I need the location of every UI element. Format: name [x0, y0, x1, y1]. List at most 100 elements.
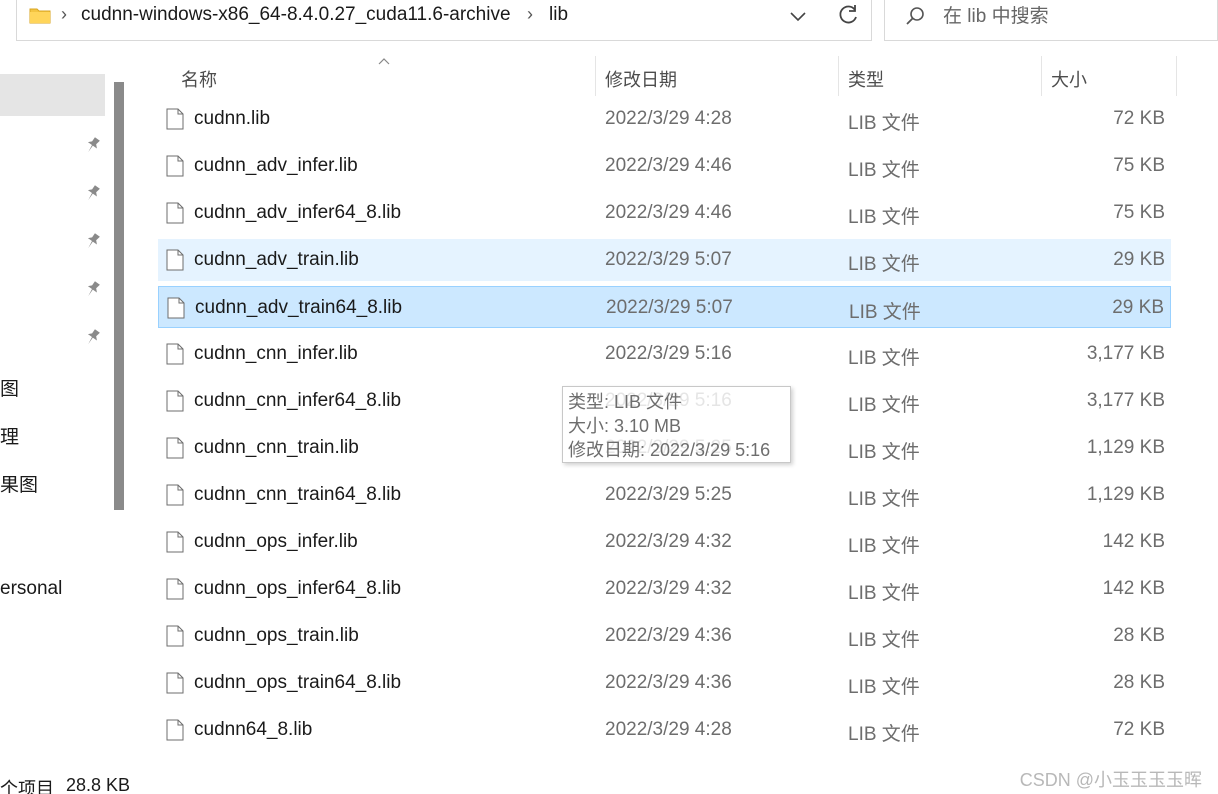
file-name: cudnn_adv_infer.lib [194, 155, 358, 176]
file-date: 2022/3/29 5:25 [605, 484, 732, 505]
file-name: cudnn_cnn_infer64_8.lib [194, 390, 402, 411]
file-size: 142 KB [1102, 531, 1165, 552]
file-date: 2022/3/29 4:28 [605, 108, 732, 129]
nav-item-label[interactable]: 理 [0, 422, 19, 449]
file-size: 28 KB [1113, 672, 1165, 693]
breadcrumb-separator: › [527, 4, 533, 24]
file-icon [166, 625, 184, 647]
file-row[interactable]: cudnn_ops_infer.lib 2022/3/29 4:32 LIB 文件 1… [158, 521, 1171, 563]
file-icon [166, 390, 184, 412]
file-name: cudnn_adv_infer64_8.lib [194, 202, 402, 223]
file-name: cudnn_ops_infer.lib [194, 531, 358, 552]
column-divider[interactable] [838, 56, 839, 96]
file-icon [167, 297, 185, 319]
file-type: LIB 文件 [848, 207, 920, 228]
file-date: 2022/3/29 4:46 [605, 155, 732, 176]
breadcrumb-item-lib[interactable]: lib [549, 4, 568, 26]
nav-scrollbar-thumb[interactable] [114, 82, 124, 510]
file-type: LIB 文件 [848, 677, 920, 698]
column-header-type[interactable]: 类型 [848, 66, 884, 92]
pin-icon[interactable] [84, 328, 100, 346]
file-row[interactable]: cudnn_adv_train.lib 2022/3/29 5:07 LIB 文件 2… [158, 239, 1171, 281]
file-icon [166, 155, 184, 177]
file-type: LIB 文件 [849, 302, 921, 323]
file-size: 75 KB [1113, 155, 1165, 176]
file-type: LIB 文件 [848, 536, 920, 557]
address-bar[interactable]: › cudnn-windows-x86_64-8.4.0.27_cuda11.6… [16, 0, 872, 41]
file-size: 1,129 KB [1086, 484, 1165, 505]
file-icon [166, 484, 184, 506]
column-header-date[interactable]: 修改日期 [605, 66, 677, 92]
breadcrumb-item-archive[interactable]: cudnn-windows-x86_64-8.4.0.27_cuda11.6-a… [81, 4, 511, 26]
column-header-name[interactable]: 名称 [181, 66, 217, 92]
column-header-size[interactable]: 大小 [1051, 66, 1087, 92]
file-type: LIB 文件 [848, 160, 920, 181]
file-type: LIB 文件 [848, 489, 920, 510]
file-icon [166, 202, 184, 224]
file-size: 142 KB [1102, 578, 1165, 599]
status-bar: 个项目 28.8 KB CSDN @小玉玉玉玉晖 [0, 770, 1218, 794]
file-icon [166, 578, 184, 600]
refresh-icon[interactable] [835, 2, 861, 28]
file-type: LIB 文件 [848, 348, 920, 369]
file-row[interactable]: cudnn_ops_train64_8.lib 2022/3/29 4:36 LIB… [158, 662, 1171, 704]
tooltip-size: 大小: 3.10 MB [568, 416, 682, 436]
file-row[interactable]: cudnn_cnn_infer.lib 2022/3/29 5:16 LIB 文件 3… [158, 333, 1171, 375]
file-row[interactable]: cudnn64_8.lib 2022/3/29 4:28 LIB 文件 72 KB [158, 709, 1171, 751]
tooltip-date: 修改日期: 2022/3/29 5:16 [568, 440, 771, 460]
file-size: 3,177 KB [1086, 343, 1165, 364]
nav-selected-item[interactable] [0, 74, 105, 116]
chevron-down-icon[interactable] [787, 6, 809, 26]
file-date: 2022/3/29 5:07 [606, 297, 733, 318]
pin-icon[interactable] [84, 184, 100, 202]
file-date: 2022/3/29 4:28 [605, 719, 732, 740]
file-row[interactable]: cudnn_adv_infer64_8.lib 2022/3/29 4:46 LIB… [158, 192, 1171, 234]
column-divider[interactable] [1176, 56, 1177, 96]
file-type: LIB 文件 [848, 442, 920, 463]
file-size: 72 KB [1113, 719, 1165, 740]
file-name: cudnn_adv_train64_8.lib [195, 297, 403, 318]
search-icon [906, 7, 924, 25]
file-name: cudnn_cnn_train.lib [194, 437, 359, 458]
pin-icon[interactable] [84, 280, 100, 298]
file-size: 72 KB [1113, 108, 1165, 129]
file-date: 2022/3/29 4:36 [605, 625, 732, 646]
file-row[interactable]: cudnn_cnn_train64_8.lib 2022/3/29 5:25 LIB… [158, 474, 1171, 516]
column-divider[interactable] [595, 56, 596, 96]
file-date: 2022/3/29 4:46 [605, 202, 732, 223]
file-name: cudnn_ops_infer64_8.lib [194, 578, 402, 599]
file-row[interactable]: cudnn_adv_train64_8.lib 2022/3/29 5:07 LIB… [158, 286, 1171, 328]
file-row[interactable]: cudnn_adv_infer.lib 2022/3/29 4:46 LIB 文件 7… [158, 145, 1171, 187]
search-input[interactable] [943, 3, 1203, 31]
nav-item-label[interactable]: ersonal [0, 578, 62, 600]
nav-item-label[interactable]: 果图 [0, 470, 38, 497]
breadcrumb-separator: › [61, 4, 67, 24]
file-name: cudnn.lib [194, 108, 271, 129]
file-name: cudnn_cnn_train64_8.lib [194, 484, 402, 505]
file-row[interactable]: cudnn_ops_train.lib 2022/3/29 4:36 LIB 文件 2… [158, 615, 1171, 657]
file-icon [166, 531, 184, 553]
file-type: LIB 文件 [848, 395, 920, 416]
status-selection: 个项目 [0, 779, 54, 794]
column-header-row: 名称 修改日期 类型 大小 [135, 56, 1195, 96]
pin-icon[interactable] [84, 136, 100, 154]
tooltip-type: 类型: LIB 文件 [568, 392, 683, 412]
folder-icon [29, 8, 51, 24]
file-size: 29 KB [1112, 297, 1164, 318]
file-name: cudnn_ops_train.lib [194, 625, 359, 646]
status-selection-size: 28.8 KB [66, 775, 131, 794]
file-row[interactable]: cudnn.lib 2022/3/29 4:28 LIB 文件 72 KB [158, 98, 1171, 140]
file-icon [166, 249, 184, 271]
file-row[interactable]: cudnn_ops_infer64_8.lib 2022/3/29 4:32 LIB… [158, 568, 1171, 610]
nav-item-label[interactable]: 图 [0, 374, 19, 401]
file-icon [166, 108, 184, 130]
file-date: 2022/3/29 4:32 [605, 531, 732, 552]
sort-ascending-icon [378, 58, 390, 65]
file-date: 2022/3/29 4:36 [605, 672, 732, 693]
file-type: LIB 文件 [848, 724, 920, 745]
pin-icon[interactable] [84, 232, 100, 250]
file-type: LIB 文件 [848, 113, 920, 134]
column-divider[interactable] [1041, 56, 1042, 96]
search-box[interactable] [884, 0, 1218, 41]
file-name: cudnn64_8.lib [194, 719, 313, 740]
